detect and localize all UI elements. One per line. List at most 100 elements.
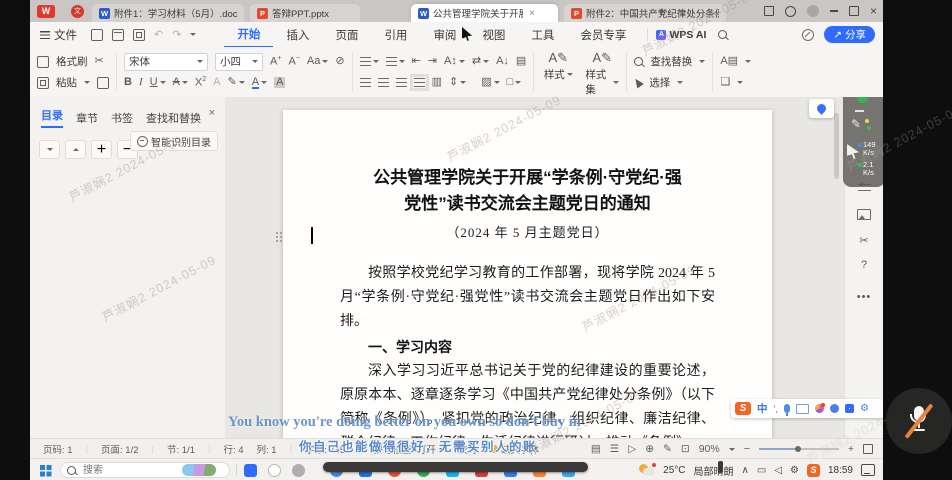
- ime-skin-icon[interactable]: [815, 404, 824, 413]
- outline-view-icon[interactable]: ☰: [610, 443, 619, 455]
- outline-level-button[interactable]: A▤: [720, 53, 751, 70]
- font-color-button[interactable]: A: [252, 77, 267, 89]
- styles-button[interactable]: A✎ 样式: [541, 50, 575, 94]
- tab-page[interactable]: 页面: [322, 22, 371, 47]
- zoom-level[interactable]: 90%: [699, 443, 720, 455]
- collapse-up-button[interactable]: [65, 140, 86, 159]
- close-button[interactable]: ×: [870, 5, 877, 17]
- tray-sogou-icon[interactable]: S: [807, 464, 820, 477]
- vertical-scrollbar[interactable]: [834, 113, 839, 179]
- export-icon[interactable]: [133, 29, 145, 41]
- nav-tab-toc[interactable]: 目录: [41, 107, 63, 128]
- distribute-button[interactable]: ▥: [432, 77, 442, 88]
- nav-tab-chapters[interactable]: 章节: [76, 110, 98, 126]
- tab-list-chevron-icon[interactable]: [678, 10, 684, 13]
- web-view-icon[interactable]: ⊕: [645, 443, 654, 455]
- ime-mode-toggle[interactable]: 中: [757, 401, 768, 416]
- restore-button[interactable]: [849, 6, 859, 16]
- ime-toolbox-icon[interactable]: [845, 404, 854, 413]
- zoom-in-button[interactable]: +: [848, 443, 854, 455]
- zoom-chevron-icon[interactable]: [729, 448, 735, 451]
- ime-game-icon[interactable]: [830, 404, 839, 413]
- tab-reference[interactable]: 引用: [371, 22, 420, 47]
- superscript-button[interactable]: X2: [195, 76, 206, 89]
- underline-button[interactable]: U: [150, 77, 166, 88]
- widget-minimize-icon[interactable]: [855, 110, 864, 112]
- change-case-button[interactable]: Aa: [307, 56, 328, 67]
- strike-button[interactable]: A: [173, 77, 188, 88]
- tab-home[interactable]: 开始: [224, 21, 273, 48]
- decrease-indent-icon[interactable]: ⇤: [412, 56, 421, 67]
- text-scale-button[interactable]: A↕: [444, 56, 465, 67]
- more-options-icon[interactable]: •••: [845, 291, 883, 303]
- collapse-down-button[interactable]: [39, 140, 60, 159]
- help-icon[interactable]: ?: [845, 259, 883, 271]
- sogou-logo-icon[interactable]: S: [735, 402, 751, 415]
- tab-tools[interactable]: 工具: [518, 22, 567, 47]
- file-menu[interactable]: 文件: [40, 27, 77, 43]
- border-button[interactable]: □: [507, 77, 522, 88]
- shrink-font-icon[interactable]: A−: [288, 55, 299, 68]
- mute-button[interactable]: [886, 388, 952, 454]
- format-painter-button[interactable]: 格式刷 ✂: [37, 53, 109, 70]
- zoom-out-button[interactable]: −: [744, 443, 750, 455]
- numbered-list-button[interactable]: [386, 57, 405, 66]
- more-chevron-icon[interactable]: [190, 33, 196, 36]
- tray-clock[interactable]: 18:59: [828, 465, 853, 476]
- search-input[interactable]: [81, 464, 177, 477]
- print-icon[interactable]: [112, 29, 124, 41]
- weather-icon[interactable]: [639, 464, 655, 476]
- font-size-select[interactable]: 小四: [215, 53, 263, 71]
- shading-button[interactable]: ▨: [481, 77, 499, 88]
- tools-icon[interactable]: ✂: [845, 234, 883, 247]
- expand-button[interactable]: +: [91, 140, 112, 159]
- tab-notice-active[interactable]: W 公共管理学院关于开展“学条例·守党纪·强党性”读书交流会主题党日的通知 ×: [411, 4, 558, 22]
- tab-attachment1[interactable]: W 附件1：学习材料（5月）.docx: [92, 4, 244, 22]
- undo-icon[interactable]: ↶: [154, 28, 163, 41]
- nav-tab-bookmarks[interactable]: 书签: [111, 110, 133, 126]
- new-tab-button[interactable]: +: [658, 4, 666, 19]
- style-set-button[interactable]: A✎ 样式集: [585, 50, 619, 94]
- char-shading-button[interactable]: A: [274, 77, 285, 88]
- grow-font-icon[interactable]: A+: [270, 55, 281, 68]
- search-highlight-image[interactable]: [182, 464, 216, 476]
- save-icon[interactable]: [91, 29, 103, 41]
- zoom-slider-thumb[interactable]: [795, 446, 801, 452]
- wps-ai-button[interactable]: WPS AI: [669, 29, 706, 41]
- redo-icon[interactable]: ↷: [172, 28, 181, 41]
- page-view-icon[interactable]: ▤: [591, 443, 601, 455]
- show-marks-icon[interactable]: ▤: [516, 56, 526, 67]
- smart-toc-button[interactable]: 智能识别目录: [130, 131, 218, 151]
- copy-icon[interactable]: [97, 77, 109, 89]
- user-avatar[interactable]: [807, 5, 819, 17]
- tab-insert[interactable]: 插入: [273, 22, 322, 47]
- zoom-slider[interactable]: [759, 448, 839, 450]
- paragraph-drag-handle-icon[interactable]: [276, 232, 278, 234]
- ime-mic-icon[interactable]: [784, 404, 790, 413]
- align-center-button[interactable]: [378, 78, 389, 87]
- arrange-button[interactable]: ❏: [720, 74, 751, 91]
- tab-membership[interactable]: 会员专享: [567, 22, 639, 47]
- tab-view[interactable]: 视图: [469, 22, 518, 47]
- annotate-pencil-icon[interactable]: ✎: [851, 117, 861, 131]
- tab-close-icon[interactable]: ×: [529, 8, 535, 19]
- edit-mode-icon[interactable]: ✎: [663, 443, 672, 455]
- image-translate-icon[interactable]: [845, 209, 883, 223]
- no-trace-icon[interactable]: [802, 29, 814, 41]
- clear-format-icon[interactable]: ⊘: [335, 56, 344, 67]
- cut-icon[interactable]: ✂: [95, 56, 104, 67]
- bullet-list-button[interactable]: [360, 57, 379, 66]
- notification-center-icon[interactable]: [861, 464, 875, 476]
- screenshare-collapsed-bar[interactable]: [323, 462, 588, 472]
- paste-button[interactable]: 粘贴: [37, 74, 109, 91]
- text-effects-button[interactable]: A: [213, 77, 220, 88]
- select-button[interactable]: 选择: [634, 74, 705, 91]
- tab-ppt[interactable]: P 答辩PPT.pptx: [250, 4, 360, 22]
- taskbar-icon-widget[interactable]: [244, 464, 257, 477]
- align-justify-button[interactable]: [414, 78, 425, 87]
- minimize-button[interactable]: [830, 10, 838, 12]
- tray-temperature[interactable]: 25°C: [663, 465, 685, 476]
- ime-punctuation-icon[interactable]: ’,: [774, 404, 779, 414]
- taskbar-icon-gray[interactable]: [292, 464, 305, 477]
- nav-tab-find-replace[interactable]: 查找和替换: [146, 110, 201, 126]
